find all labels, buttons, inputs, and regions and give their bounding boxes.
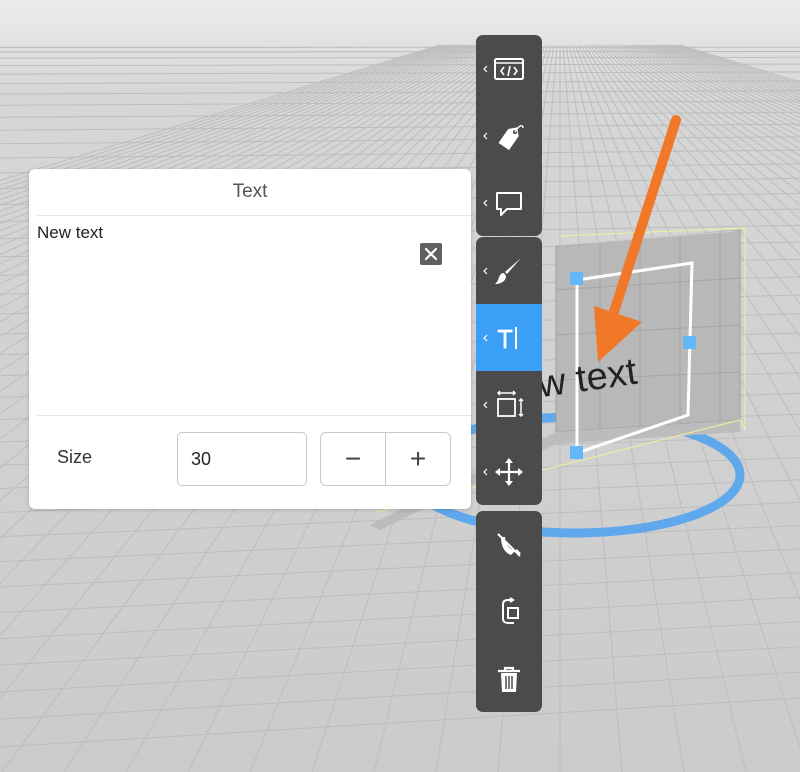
- replace-button[interactable]: [476, 578, 542, 645]
- text-input[interactable]: New text: [37, 221, 417, 401]
- text-tool-button[interactable]: [476, 304, 542, 371]
- move-icon: [495, 457, 523, 486]
- toolbar-group-info: [476, 35, 542, 236]
- selection-handle[interactable]: [570, 446, 583, 459]
- delete-button[interactable]: [476, 645, 542, 712]
- brush-button[interactable]: [476, 237, 542, 304]
- panel-title: Text: [232, 181, 268, 202]
- tag-icon: [498, 124, 524, 150]
- chevron-left-icon: [483, 468, 488, 475]
- decrement-button[interactable]: −: [321, 433, 385, 485]
- trash-icon: [498, 666, 520, 692]
- scale-button[interactable]: [476, 371, 542, 438]
- chevron-left-icon: [483, 65, 488, 72]
- size-input[interactable]: [177, 432, 307, 486]
- comment-button[interactable]: [476, 169, 542, 236]
- tag-button[interactable]: [476, 102, 542, 169]
- chevron-left-icon: [483, 132, 488, 139]
- selection-handle[interactable]: [570, 272, 583, 285]
- divider: [37, 215, 471, 216]
- brush-icon: [495, 257, 521, 284]
- close-icon: [424, 247, 438, 261]
- gravity-button[interactable]: [476, 511, 542, 578]
- chevron-left-icon: [483, 199, 488, 206]
- code-button[interactable]: [476, 35, 542, 102]
- text-panel: Text New text Size − +: [29, 169, 471, 509]
- replace-icon: [502, 596, 519, 624]
- comment-icon: [496, 191, 522, 216]
- code-icon: [494, 57, 524, 80]
- chevron-left-icon: [483, 334, 488, 341]
- chevron-left-icon: [483, 401, 488, 408]
- divider: [37, 415, 471, 416]
- scale-icon: [496, 389, 524, 417]
- move-button[interactable]: [476, 438, 542, 505]
- clear-text-button[interactable]: [420, 243, 442, 265]
- increment-button[interactable]: +: [385, 433, 450, 485]
- size-label: Size: [57, 447, 93, 467]
- size-stepper: − +: [320, 432, 451, 486]
- no-gravity-icon: [497, 532, 521, 557]
- text-icon: [497, 326, 517, 349]
- chevron-left-icon: [483, 267, 488, 274]
- toolbar-group-object: [476, 511, 542, 712]
- toolbar-group-edit: [476, 237, 542, 505]
- selection-handle[interactable]: [683, 336, 696, 349]
